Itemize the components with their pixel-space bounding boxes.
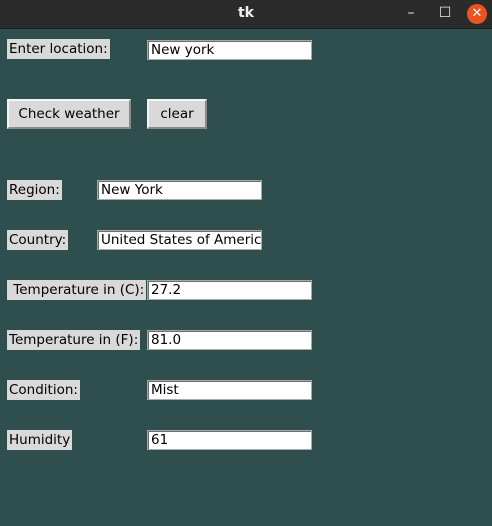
humidity-label: Humidity: [7, 430, 73, 450]
check-weather-button[interactable]: Check weather: [7, 99, 131, 129]
temperature-c-field[interactable]: 27.2: [147, 280, 312, 300]
temperature-c-label: Temperature in (C):: [7, 280, 147, 300]
minimize-icon[interactable]: –: [400, 3, 422, 25]
maximize-icon[interactable]: ☐: [434, 3, 456, 25]
main-panel: Enter location: New york Check weather c…: [0, 29, 492, 526]
close-icon[interactable]: ✕: [467, 4, 487, 24]
humidity-field[interactable]: 61: [147, 430, 312, 450]
temperature-f-field[interactable]: 81.0: [147, 330, 312, 350]
temperature-f-label: Temperature in (F):: [7, 330, 141, 350]
condition-label: Condition:: [7, 380, 80, 400]
country-field[interactable]: United States of America: [97, 230, 262, 250]
region-field[interactable]: New York: [97, 180, 262, 200]
window-titlebar: tk – ☐ ✕: [0, 0, 492, 29]
country-label: Country:: [7, 230, 69, 250]
location-input[interactable]: New york: [147, 40, 312, 60]
condition-field[interactable]: Mist: [147, 380, 312, 400]
region-label: Region:: [7, 180, 62, 200]
location-label: Enter location:: [7, 39, 110, 59]
clear-button[interactable]: clear: [147, 99, 207, 129]
